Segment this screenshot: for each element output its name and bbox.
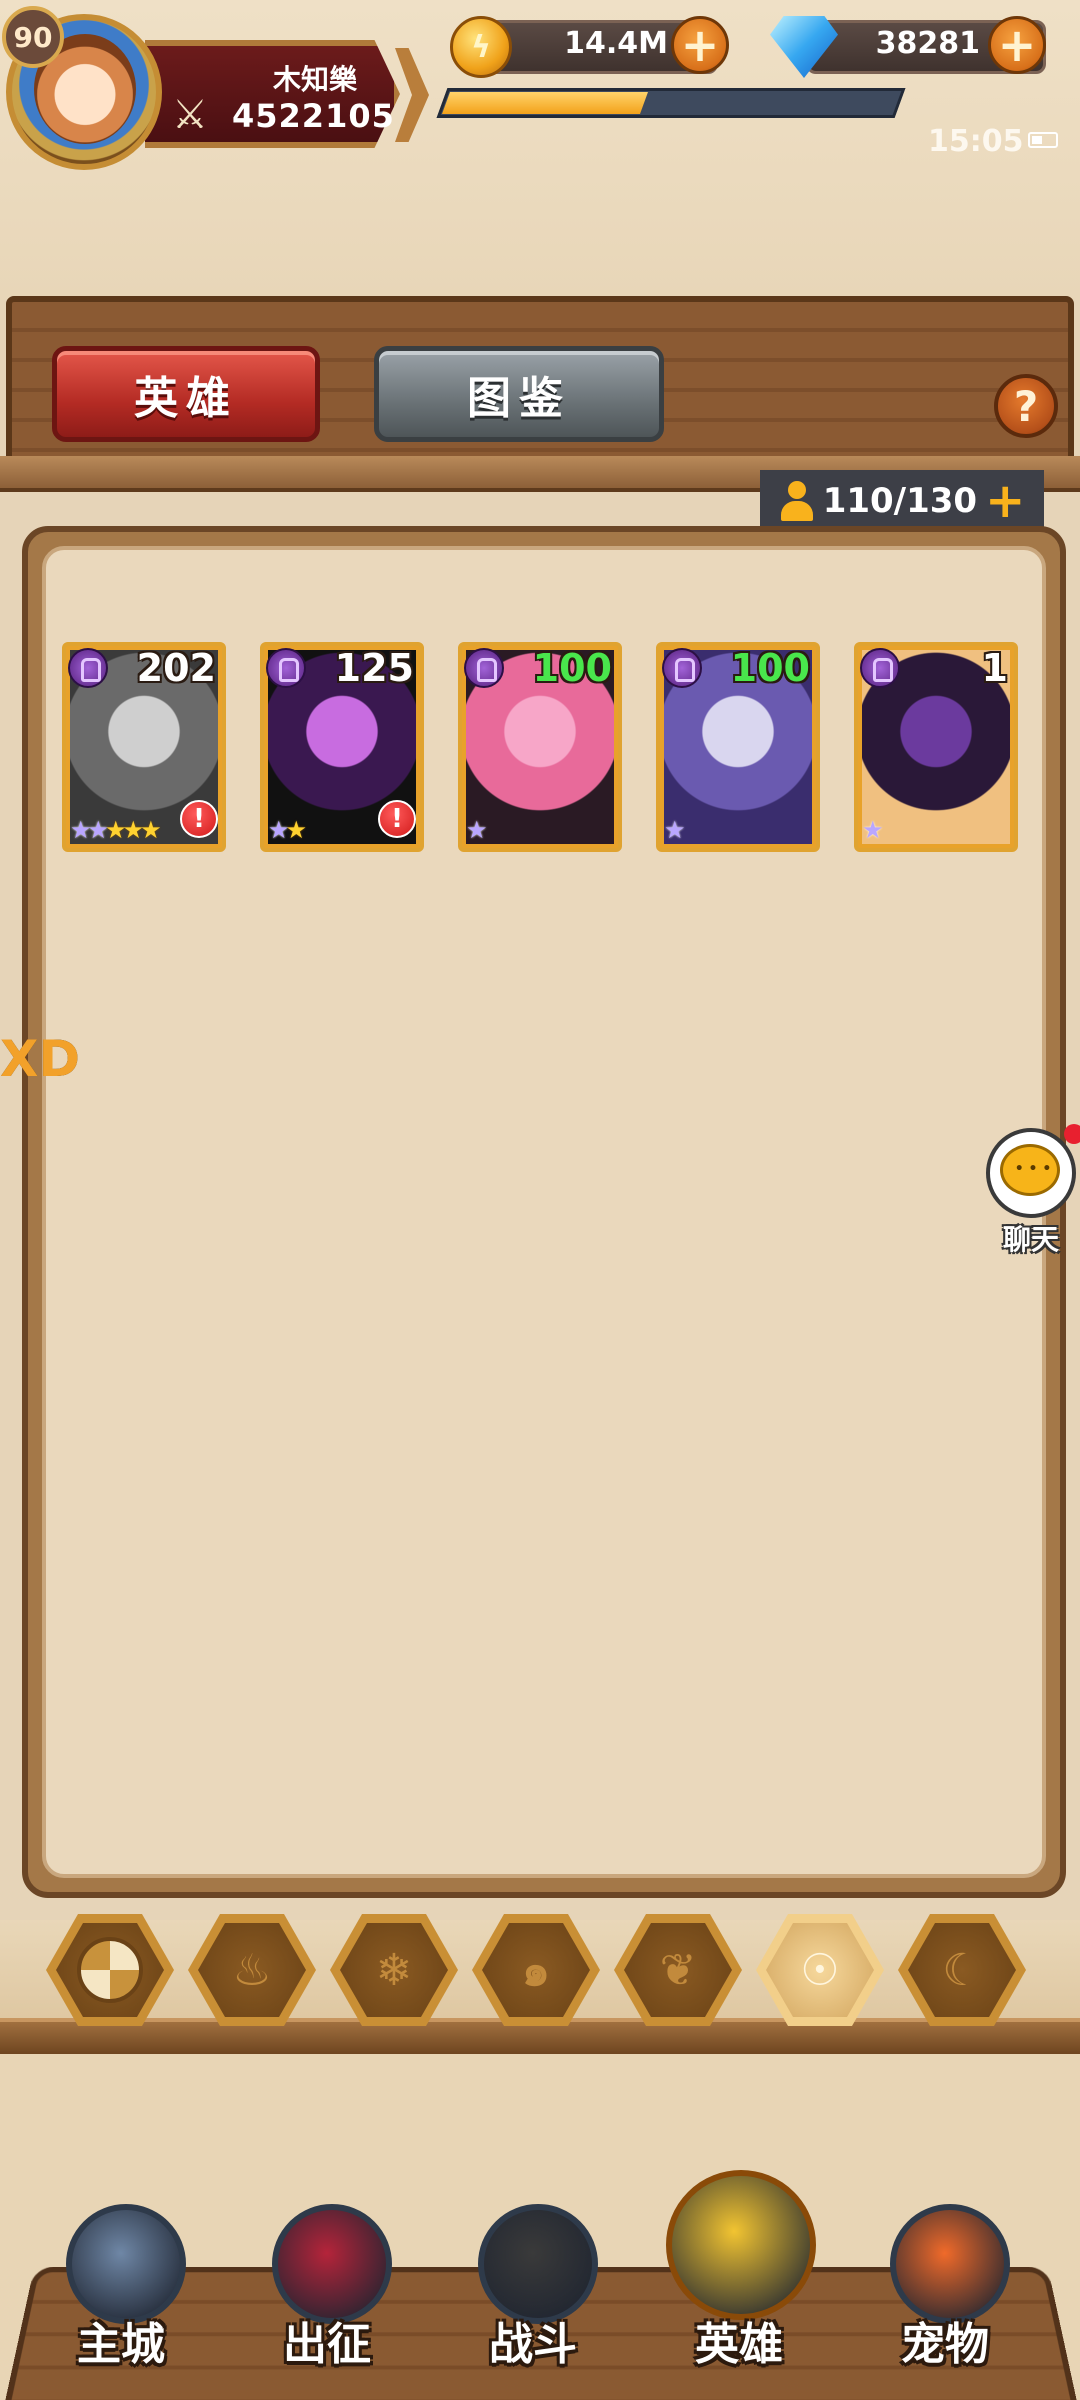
hero-level: 100 <box>730 646 810 690</box>
hero-class-icon <box>662 648 702 688</box>
nav-label: 出征 <box>283 2319 371 2370</box>
fire-icon: ♨ <box>198 1923 306 2017</box>
hero-card[interactable]: 100 ★ <box>458 642 622 852</box>
nav-label: 英雄 <box>695 2319 783 2370</box>
hero-icon <box>666 2170 816 2320</box>
tab-codex[interactable]: 图鉴 <box>374 346 664 442</box>
gem-amount: 38281 <box>875 26 980 61</box>
nav-hero[interactable]: 英雄 <box>654 2170 824 2400</box>
hero-stars: ★★ <box>268 816 307 844</box>
hero-stars: ★★★★★ <box>70 816 161 844</box>
nav-label: 宠物 <box>901 2319 989 2370</box>
player-power: 4522105 <box>232 97 395 135</box>
chat-label: 聊天 <box>1002 1223 1059 1256</box>
purple-star-icon: ★ <box>268 816 289 844</box>
hero-class-icon <box>464 648 504 688</box>
nav-castle[interactable]: 主城 <box>36 2190 206 2400</box>
player-level-badge: 90 <box>2 6 64 68</box>
nav-battle[interactable]: 战斗 <box>448 2190 618 2400</box>
hero-stars: ★ <box>862 816 883 844</box>
hero-capacity[interactable]: 110/130 + <box>760 470 1044 532</box>
purple-star-icon: ★ <box>87 816 109 844</box>
expedition-icon <box>272 2204 392 2324</box>
castle-icon <box>66 2204 186 2324</box>
hero-card[interactable]: 202 ★★★★★! <box>62 642 226 852</box>
hero-level: 1 <box>981 646 1008 690</box>
add-capacity-icon[interactable]: + <box>985 477 1025 525</box>
hero-class-icon <box>860 648 900 688</box>
add-gems-button[interactable]: + <box>988 16 1046 74</box>
hero-card[interactable]: 100 ★ <box>656 642 820 852</box>
gold-star-icon: ★ <box>122 816 144 844</box>
hero-level: 100 <box>532 646 612 690</box>
chat-button[interactable]: 聊天 <box>986 1124 1080 1258</box>
hero-capacity-value: 110/130 <box>822 481 978 521</box>
hero-class-icon <box>266 648 306 688</box>
hero-stars: ★ <box>664 816 685 844</box>
dark-icon: ☾ <box>908 1923 1016 2017</box>
gold-star-icon: ★ <box>105 816 126 844</box>
status-time: 15:05 <box>928 124 1024 159</box>
hero-level: 125 <box>334 646 414 690</box>
hero-card[interactable]: 1 ★ <box>854 642 1018 852</box>
nav-pet[interactable]: 宠物 <box>860 2190 1030 2400</box>
wind-icon: ๑ <box>482 1923 590 2017</box>
exp-bar-fill <box>441 92 649 114</box>
nav-label: 战斗 <box>489 2319 577 2370</box>
pet-icon <box>890 2204 1010 2324</box>
gold-star-icon: ★ <box>140 816 161 844</box>
all-icon <box>56 1923 164 2017</box>
add-gold-button[interactable]: + <box>671 16 729 74</box>
nav-label: 主城 <box>77 2319 165 2370</box>
nature-icon: ❦ <box>624 1923 732 2017</box>
all-elements-icon <box>77 1937 143 2003</box>
hero-class-icon <box>68 648 108 688</box>
side-overlay-text: XD <box>0 1030 81 1088</box>
gold-star-icon: ★ <box>285 816 307 844</box>
tab-heroes[interactable]: 英雄 <box>52 346 320 442</box>
purple-star-icon: ★ <box>466 816 487 844</box>
crossed-swords-icon: ⚔ <box>172 92 208 138</box>
alert-badge: ! <box>180 800 218 838</box>
battle-icon <box>478 2204 598 2324</box>
battery-icon <box>1028 132 1058 148</box>
purple-star-icon: ★ <box>664 816 685 844</box>
gold-coin-icon: ϟ <box>450 16 512 78</box>
alert-badge: ! <box>378 800 416 838</box>
hero-level: 202 <box>136 646 216 690</box>
notification-dot <box>1064 1124 1080 1144</box>
help-button[interactable]: ? <box>994 374 1058 438</box>
hero-card[interactable]: 125 ★★! <box>260 642 424 852</box>
person-icon <box>779 481 815 521</box>
chat-bubble-icon <box>1000 1144 1060 1196</box>
gold-amount: 14.4M <box>564 26 668 61</box>
purple-star-icon: ★ <box>70 816 91 844</box>
purple-star-icon: ★ <box>862 816 883 844</box>
ice-icon: ❄ <box>340 1923 448 2017</box>
nav-expedition[interactable]: 出征 <box>242 2190 412 2400</box>
light-icon: ☉ <box>766 1923 874 2017</box>
player-name: 木知樂 <box>272 63 357 96</box>
hero-stars: ★ <box>466 816 487 844</box>
